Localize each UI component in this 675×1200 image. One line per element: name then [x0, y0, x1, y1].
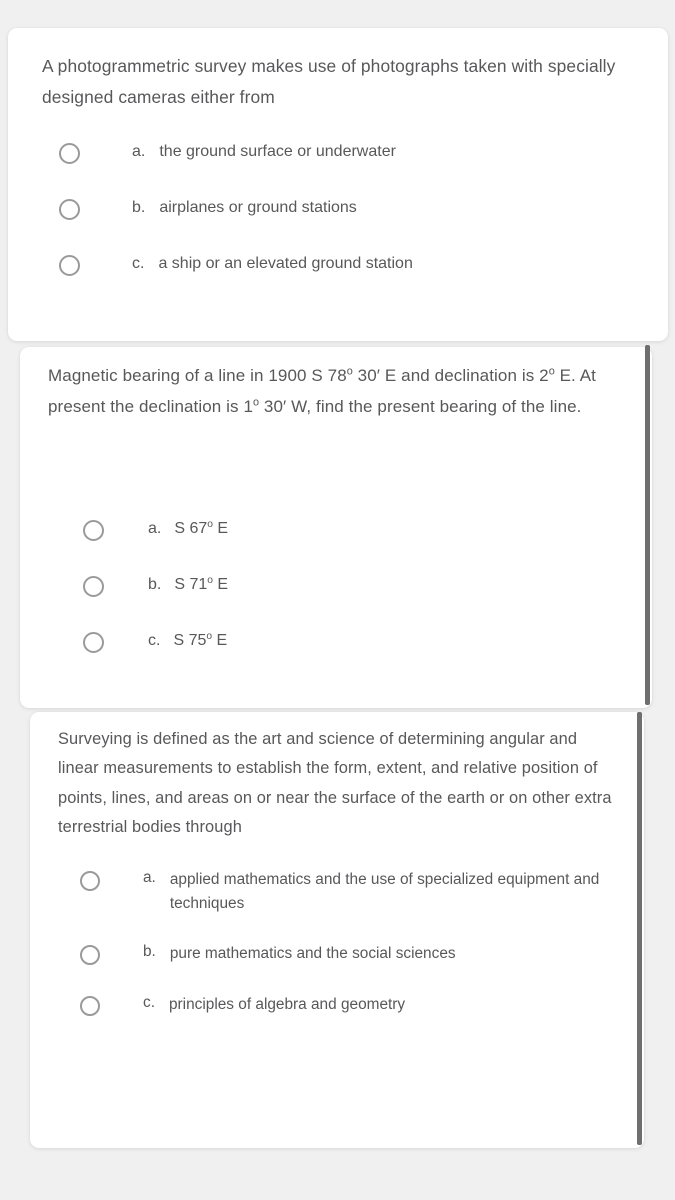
option-letter: b.: [148, 576, 162, 594]
option-label: pure mathematics and the social sciences: [169, 945, 456, 963]
option-letter: b.: [132, 198, 146, 216]
radio-button-icon[interactable]: [83, 520, 104, 542]
option-row[interactable]: a. the ground surface or underwater: [59, 141, 634, 164]
radio-button-icon[interactable]: [59, 198, 80, 220]
option-row[interactable]: b. airplanes or ground stations: [59, 197, 634, 220]
option-label: S 75o E: [173, 631, 228, 650]
option-label: the ground surface or underwater: [159, 142, 396, 160]
option-label: airplanes or ground stations: [159, 198, 357, 216]
degree-symbol: o: [206, 631, 213, 643]
option-row[interactable]: c. a ship or an elevated ground station: [59, 253, 634, 276]
question-text: Surveying is defined as the art and scie…: [58, 730, 612, 837]
radio-button-icon[interactable]: [80, 945, 100, 966]
option-label: a ship or an elevated ground station: [158, 254, 413, 272]
question-card: Surveying is defined as the art and scie…: [30, 712, 644, 1148]
options-list: a. applied mathematics and the use of sp…: [58, 868, 618, 1016]
option-label: principles of algebra and geometry: [168, 995, 406, 1013]
option-row[interactable]: a. applied mathematics and the use of sp…: [80, 868, 618, 915]
option-letter: c.: [143, 993, 155, 1011]
option-row[interactable]: b. pure mathematics and the social scien…: [80, 942, 618, 966]
option-letter: a.: [132, 142, 146, 160]
degree-symbol: o: [346, 365, 353, 378]
option-letter: c.: [132, 254, 145, 272]
question-card: Magnetic bearing of a line in 1900 S 78o…: [20, 347, 652, 708]
option-label: S 67o E: [174, 519, 229, 538]
option-label: applied mathematics and the use of speci…: [169, 871, 600, 912]
quiz-page: A photogrammetric survey makes use of ph…: [0, 0, 675, 1200]
question-card-body: Surveying is defined as the art and scie…: [30, 712, 644, 1016]
degree-symbol: o: [207, 575, 213, 587]
degree-symbol: o: [548, 365, 555, 378]
options-list: a. S 67o E b. S 71o E c. S 75o E: [48, 518, 622, 654]
option-letter: a.: [143, 869, 156, 887]
scrollbar-thumb[interactable]: [645, 345, 650, 705]
radio-button-icon[interactable]: [59, 254, 80, 276]
radio-button-icon[interactable]: [83, 576, 104, 598]
radio-button-icon[interactable]: [80, 871, 100, 892]
option-row[interactable]: c. S 75o E: [83, 630, 622, 654]
radio-button-icon[interactable]: [83, 632, 104, 654]
question-card-body: Magnetic bearing of a line in 1900 S 78o…: [20, 347, 652, 654]
option-row[interactable]: a. S 67o E: [83, 518, 622, 542]
option-row[interactable]: c. principles of algebra and geometry: [80, 993, 618, 1016]
question-text: A photogrammetric survey makes use of ph…: [42, 56, 616, 107]
question-card: A photogrammetric survey makes use of ph…: [8, 28, 668, 341]
option-letter: c.: [148, 632, 161, 650]
radio-button-icon[interactable]: [59, 142, 80, 164]
option-letter: b.: [143, 943, 156, 961]
option-row[interactable]: b. S 71o E: [83, 574, 622, 598]
degree-symbol: o: [253, 396, 260, 409]
radio-button-icon[interactable]: [80, 995, 100, 1016]
scrollbar-thumb[interactable]: [637, 712, 642, 1145]
question-card-body: A photogrammetric survey makes use of ph…: [8, 28, 668, 276]
option-label: S 71o E: [174, 575, 229, 594]
question-text: Magnetic bearing of a line in 1900 S 78o…: [48, 365, 596, 416]
degree-symbol: o: [207, 519, 213, 531]
options-list: a. the ground surface or underwater b. a…: [42, 141, 634, 276]
option-letter: a.: [148, 520, 162, 538]
